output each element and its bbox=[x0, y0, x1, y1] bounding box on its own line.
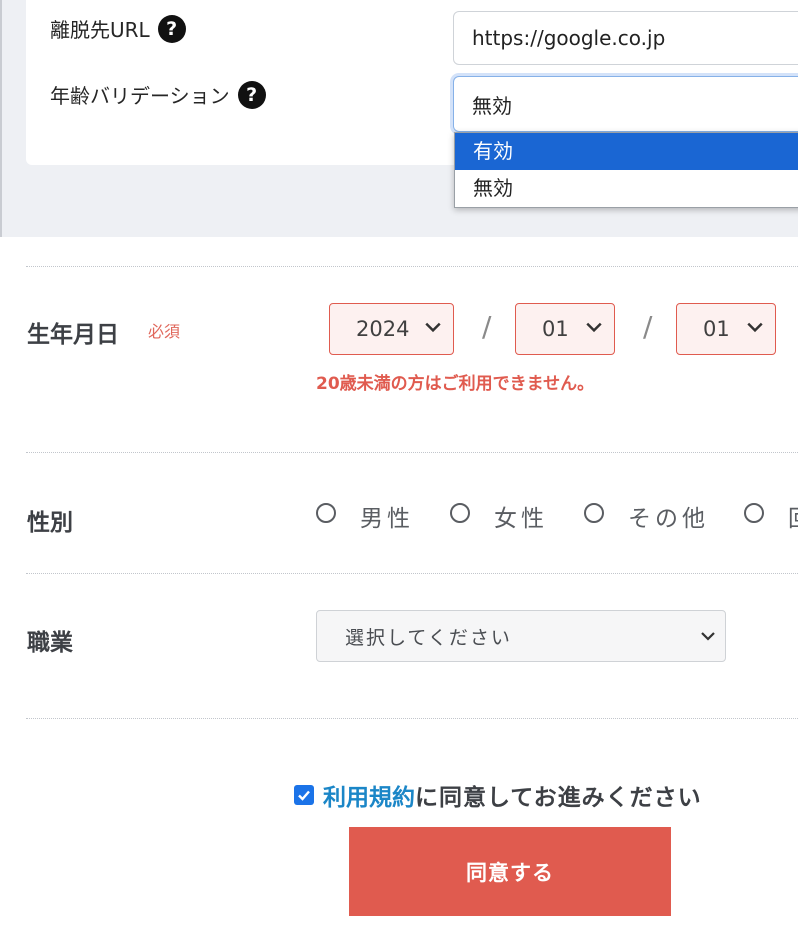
age-validation-selected: 無効 bbox=[472, 93, 512, 118]
terms-link[interactable]: 利用規約 bbox=[323, 778, 415, 812]
gender-label: 性別 bbox=[27, 510, 73, 536]
divider bbox=[26, 718, 798, 719]
age-validation-select[interactable]: 無効 bbox=[453, 76, 798, 132]
chevron-down-icon bbox=[425, 322, 441, 333]
help-icon[interactable]: ? bbox=[157, 14, 186, 43]
checkmark-icon bbox=[298, 790, 310, 801]
gender-radio-other[interactable] bbox=[584, 503, 604, 523]
date-separator: / bbox=[643, 310, 653, 343]
exit-url-label: 離脱先URL bbox=[50, 18, 150, 42]
gender-radio-male[interactable] bbox=[316, 503, 336, 523]
agreement-text: に同意してお進みください bbox=[415, 785, 702, 811]
chevron-down-icon bbox=[747, 322, 763, 333]
birth-year-select[interactable]: 2024 bbox=[329, 303, 454, 355]
divider bbox=[26, 573, 798, 574]
dropdown-option-enabled[interactable]: 有効 bbox=[455, 133, 798, 170]
gender-radio-no-answer[interactable] bbox=[744, 503, 764, 523]
exit-url-input[interactable] bbox=[453, 11, 798, 65]
occupation-placeholder: 選択してください bbox=[345, 626, 512, 649]
birth-day-value: 01 bbox=[703, 317, 730, 341]
exit-url-label-row: 離脱先URL ? bbox=[50, 14, 186, 43]
birth-month-value: 01 bbox=[542, 317, 569, 341]
gender-option-label: その他 bbox=[628, 506, 709, 532]
chevron-down-icon bbox=[701, 632, 715, 641]
age-validation-label: 年齢バリデーション bbox=[50, 84, 230, 108]
occupation-label: 職業 bbox=[27, 630, 73, 656]
gender-option-label: 男性 bbox=[360, 506, 414, 532]
age-error-message: 20歳未満の方はご利用できません。 bbox=[316, 374, 595, 394]
divider bbox=[26, 266, 798, 267]
birth-day-select[interactable]: 01 bbox=[676, 303, 776, 355]
gender-option-label: 回 bbox=[788, 499, 798, 533]
divider bbox=[26, 452, 798, 453]
agree-button[interactable]: 同意する bbox=[349, 827, 671, 916]
chevron-down-icon bbox=[586, 322, 602, 333]
birth-month-select[interactable]: 01 bbox=[515, 303, 615, 355]
age-validation-label-row: 年齢バリデーション ? bbox=[50, 80, 266, 109]
panel-edge bbox=[0, 0, 2, 237]
agreement-row: 利用規約 に同意してお進みください bbox=[294, 778, 702, 812]
birth-year-value: 2024 bbox=[356, 317, 410, 341]
gender-option-label: 女性 bbox=[494, 506, 548, 532]
dropdown-option-disabled[interactable]: 無効 bbox=[455, 170, 798, 207]
age-validation-dropdown: 有効 無効 bbox=[454, 132, 798, 208]
birthdate-label: 生年月日 bbox=[27, 322, 119, 348]
date-separator: / bbox=[482, 310, 492, 343]
gender-radio-female[interactable] bbox=[450, 503, 470, 523]
required-badge: 必須 bbox=[148, 322, 181, 341]
help-icon[interactable]: ? bbox=[237, 80, 266, 109]
agreement-checkbox[interactable] bbox=[294, 785, 314, 805]
occupation-select[interactable]: 選択してください bbox=[316, 610, 726, 662]
